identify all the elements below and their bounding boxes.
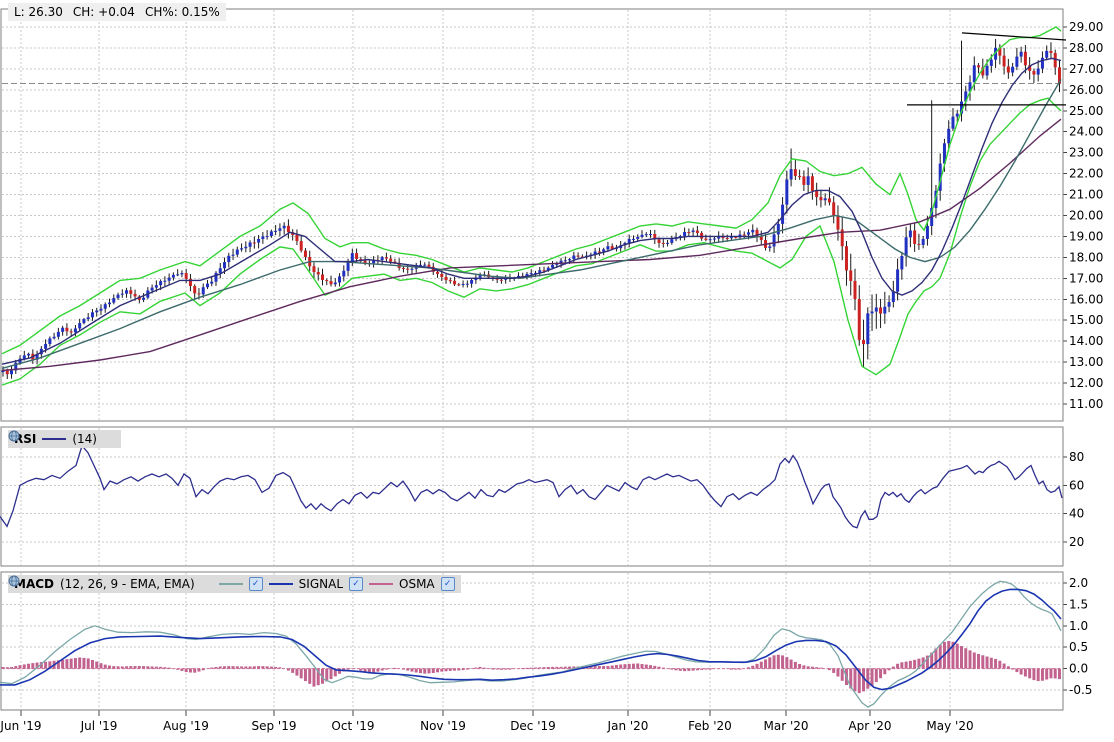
macd-params: (12, 26, 9 - EMA, EMA) (60, 577, 195, 591)
change-percent-label: CH%: 0.15% (144, 5, 220, 19)
svg-text:28.00: 28.00 (1069, 41, 1103, 55)
svg-text:11.00: 11.00 (1069, 397, 1103, 411)
svg-text:16.00: 16.00 (1069, 292, 1103, 306)
svg-text:27.00: 27.00 (1069, 62, 1103, 76)
svg-text:Mar '20: Mar '20 (763, 719, 808, 733)
svg-text:2.0: 2.0 (1069, 576, 1088, 590)
svg-text:26.00: 26.00 (1069, 83, 1103, 97)
svg-text:Jul '19: Jul '19 (80, 719, 118, 733)
osma-visible-checkbox[interactable]: ✓ (440, 577, 455, 591)
rsi-line-swatch (42, 438, 67, 440)
svg-text:12.00: 12.00 (1069, 376, 1103, 390)
osma-label: OSMA (399, 577, 435, 591)
svg-text:13.00: 13.00 (1069, 355, 1103, 369)
quote-summary: L: 26.30 CH: +0.04 CH%: 0.15% (8, 3, 226, 21)
signal-visible-checkbox[interactable]: ✓ (349, 577, 363, 591)
signal-line-swatch (268, 583, 293, 585)
svg-text:Oct '19: Oct '19 (331, 719, 374, 733)
svg-text:Jun '19: Jun '19 (0, 719, 42, 733)
svg-text:17.00: 17.00 (1069, 271, 1103, 285)
svg-text:Dec '19: Dec '19 (510, 719, 556, 733)
svg-text:20: 20 (1069, 535, 1084, 549)
svg-text:15.00: 15.00 (1069, 313, 1103, 327)
svg-text:19.00: 19.00 (1069, 229, 1103, 243)
svg-text:20.00: 20.00 (1069, 208, 1103, 222)
svg-text:60: 60 (1069, 478, 1084, 492)
svg-text:80: 80 (1069, 450, 1084, 464)
change-label: CH: +0.04 (72, 5, 135, 19)
svg-text:40: 40 (1069, 507, 1084, 521)
svg-text:-0.5: -0.5 (1069, 683, 1092, 697)
svg-text:Aug '19: Aug '19 (163, 719, 209, 733)
svg-text:24.00: 24.00 (1069, 125, 1103, 139)
svg-text:22.00: 22.00 (1069, 167, 1103, 181)
rsi-period: (14) (72, 432, 97, 446)
svg-text:Apr '20: Apr '20 (848, 719, 891, 733)
macd-line-swatch (218, 583, 243, 585)
svg-text:29.00: 29.00 (1069, 20, 1103, 34)
svg-text:21.00: 21.00 (1069, 188, 1103, 202)
svg-text:Feb '20: Feb '20 (688, 719, 732, 733)
info-globe-icon[interactable] (8, 430, 115, 445)
macd-name: MACD (14, 577, 54, 591)
rsi-indicator-label: RSI (14) (8, 430, 121, 448)
last-price-label: L: 26.30 (14, 5, 63, 19)
svg-text:Sep '19: Sep '19 (252, 719, 297, 733)
osma-line-swatch (369, 583, 393, 585)
svg-text:18.00: 18.00 (1069, 250, 1103, 264)
info-globe-icon[interactable] (8, 575, 213, 590)
svg-text:Nov '19: Nov '19 (420, 719, 466, 733)
svg-text:1.5: 1.5 (1069, 597, 1088, 611)
svg-text:May '20: May '20 (926, 719, 973, 733)
chart-canvas[interactable]: Jun '19 Jul '19 Aug '19 Sep '19 Oct '19 Nov '… (0, 0, 1114, 742)
svg-text:Jan '20: Jan '20 (607, 719, 649, 733)
svg-text:0.5: 0.5 (1069, 640, 1088, 654)
trading-chart-app: Jun '19 Jul '19 Aug '19 Sep '19 Oct '19 Nov '… (0, 0, 1114, 742)
signal-label: SIGNAL (298, 577, 343, 591)
svg-text:23.00: 23.00 (1069, 146, 1103, 160)
svg-text:14.00: 14.00 (1069, 334, 1103, 348)
macd-indicator-label: MACD (12, 26, 9 - EMA, EMA) ✓ SIGNAL ✓ O… (8, 575, 461, 593)
macd-visible-checkbox[interactable]: ✓ (248, 577, 263, 591)
svg-text:1.0: 1.0 (1069, 619, 1088, 633)
svg-text:25.00: 25.00 (1069, 104, 1103, 118)
svg-text:0.0: 0.0 (1069, 662, 1088, 676)
